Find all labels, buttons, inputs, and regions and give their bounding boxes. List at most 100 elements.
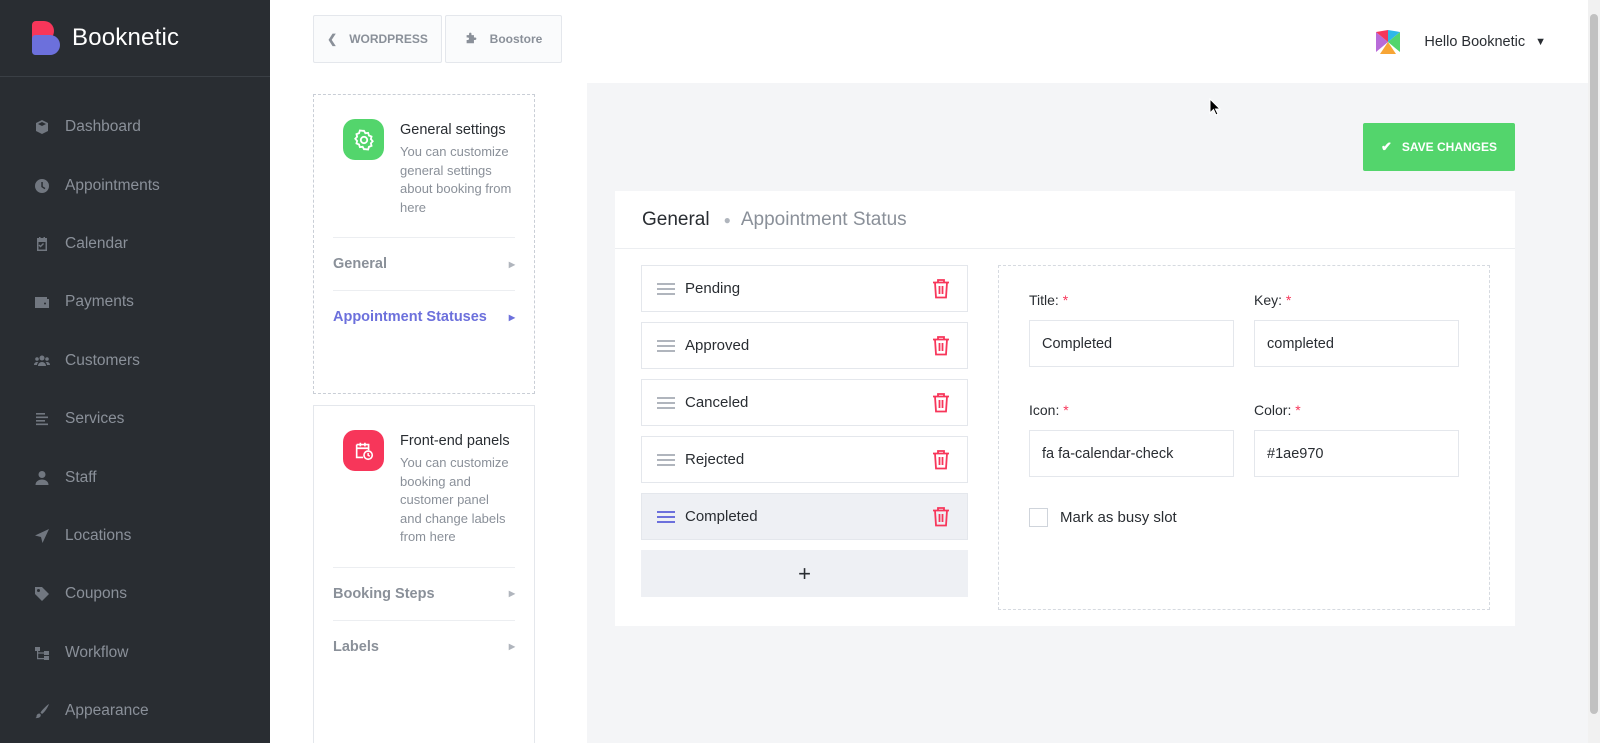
calendar-icon xyxy=(33,235,51,253)
booknetic-logo xyxy=(32,21,60,55)
status-label: Approved xyxy=(685,337,750,354)
clock-icon xyxy=(33,177,51,195)
field-label-text: Title: xyxy=(1029,292,1059,308)
status-item-canceled[interactable]: Canceled xyxy=(641,379,968,426)
wordpress-label: WORDPRESS xyxy=(349,32,428,46)
settings-link-label: Appointment Statuses xyxy=(333,309,487,325)
sidebar-item-customers[interactable]: Customers xyxy=(0,332,270,390)
key-field-label: Key: * xyxy=(1254,292,1459,308)
brush-icon xyxy=(33,702,51,720)
sidebar-item-calendar[interactable]: Calendar xyxy=(0,215,270,273)
trash-icon[interactable] xyxy=(930,449,952,471)
settings-nav-panel: General settings You can customize gener… xyxy=(270,83,587,743)
mouse-cursor-icon xyxy=(1209,98,1221,116)
drag-handle-icon[interactable] xyxy=(657,510,675,523)
content-area: General settings You can customize gener… xyxy=(270,83,1588,743)
key-field: Key: * completed xyxy=(1254,292,1459,367)
icon-field-label: Icon: * xyxy=(1029,402,1234,418)
card-title: General settings xyxy=(400,122,506,138)
status-edit-form: Title: * Completed Key: * completed Icon… xyxy=(998,265,1490,610)
wallet-icon xyxy=(33,293,51,311)
location-arrow-icon xyxy=(33,527,51,545)
busy-slot-checkbox[interactable] xyxy=(1029,508,1048,527)
caret-right-icon: ▶ xyxy=(508,589,515,598)
sidebar-item-staff[interactable]: Staff xyxy=(0,448,270,506)
status-item-approved[interactable]: Approved xyxy=(641,322,968,369)
sidebar-item-label: Calendar xyxy=(65,234,128,252)
chevron-left-icon: ❮ xyxy=(327,32,338,46)
sidebar-item-label: Payments xyxy=(65,293,134,311)
page-scrollbar[interactable] xyxy=(1588,0,1600,743)
scrollbar-thumb[interactable] xyxy=(1590,14,1598,714)
title-field: Title: * Completed xyxy=(1029,292,1234,367)
sidebar-item-label: Coupons xyxy=(65,585,128,603)
user-menu[interactable]: Hello Booknetic ▼ xyxy=(1374,28,1546,56)
drag-handle-icon[interactable] xyxy=(657,396,675,409)
color-input[interactable]: #1ae970 xyxy=(1254,430,1459,477)
trash-icon[interactable] xyxy=(930,278,952,300)
status-label: Canceled xyxy=(685,394,749,411)
sidebar-item-payments[interactable]: Payments xyxy=(0,273,270,331)
sidebar-item-label: Workflow xyxy=(65,643,129,661)
gear-icon xyxy=(343,119,384,160)
drag-handle-icon[interactable] xyxy=(657,282,675,295)
chevron-down-icon: ▼ xyxy=(1535,36,1546,48)
title-input[interactable]: Completed xyxy=(1029,320,1234,367)
field-label-text: Color: xyxy=(1254,402,1292,418)
save-changes-button[interactable]: ✔ SAVE CHANGES xyxy=(1363,123,1515,171)
sidebar-item-dashboard[interactable]: Dashboard xyxy=(0,98,270,156)
sidebar-item-label: Appearance xyxy=(65,702,149,720)
sidebar-item-workflow[interactable]: Workflow xyxy=(0,624,270,682)
key-input[interactable]: completed xyxy=(1254,320,1459,367)
sitemap-icon xyxy=(33,644,51,662)
trash-icon[interactable] xyxy=(930,506,952,528)
drag-handle-icon[interactable] xyxy=(657,453,675,466)
trash-icon[interactable] xyxy=(930,335,952,357)
brand-name: Booknetic xyxy=(72,24,180,51)
wordpress-back-button[interactable]: ❮ WORDPRESS xyxy=(313,15,442,63)
panel-header: General ● Appointment Status xyxy=(615,191,1515,249)
status-item-rejected[interactable]: Rejected xyxy=(641,436,968,483)
status-label: Pending xyxy=(685,280,741,297)
list-icon xyxy=(33,410,51,428)
required-mark: * xyxy=(1285,292,1292,308)
panel-subtitle: Appointment Status xyxy=(740,208,907,230)
sidebar-item-appointments[interactable]: Appointments xyxy=(0,156,270,214)
settings-link-label: Labels xyxy=(333,638,379,655)
settings-link-booking-steps[interactable]: Booking Steps ▶ xyxy=(333,566,515,620)
icon-field: Icon: * fa fa-calendar-check xyxy=(1029,402,1234,477)
user-icon xyxy=(33,469,51,487)
sidebar-item-locations[interactable]: Locations xyxy=(0,507,270,565)
front-end-panels-card: Front-end panels You can customize booki… xyxy=(313,405,535,743)
cube-icon xyxy=(33,118,51,136)
boostore-label: Boostore xyxy=(489,32,543,46)
status-list: Pending Approved Canceled Rejected Compl xyxy=(641,265,968,597)
caret-right-icon: ▶ xyxy=(508,312,515,322)
sidebar-item-label: Customers xyxy=(65,351,140,369)
user-avatar xyxy=(1376,30,1401,54)
general-settings-card: General settings You can customize gener… xyxy=(313,94,535,394)
settings-link-appointment-statuses[interactable]: Appointment Statuses ▶ xyxy=(333,290,515,343)
drag-handle-icon[interactable] xyxy=(657,339,675,352)
sidebar-item-services[interactable]: Services xyxy=(0,390,270,448)
settings-link-general[interactable]: General ▶ xyxy=(333,237,515,290)
icon-input[interactable]: fa fa-calendar-check xyxy=(1029,430,1234,477)
puzzle-icon xyxy=(465,31,478,47)
trash-icon[interactable] xyxy=(930,392,952,414)
sidebar-item-coupons[interactable]: Coupons xyxy=(0,565,270,623)
save-button-label: SAVE CHANGES xyxy=(1401,140,1498,154)
color-field: Color: * #1ae970 xyxy=(1254,402,1459,477)
add-status-button[interactable]: + xyxy=(641,550,968,597)
sidebar-item-label: Services xyxy=(65,410,125,428)
settings-link-labels[interactable]: Labels ▶ xyxy=(333,619,515,673)
required-mark: * xyxy=(1063,402,1069,418)
card-description: You can customize booking and customer p… xyxy=(400,455,509,544)
sidebar-item-label: Locations xyxy=(65,526,132,544)
brand[interactable]: Booknetic xyxy=(0,0,270,77)
sidebar: Booknetic Dashboard Appointments Calenda… xyxy=(0,0,270,743)
sidebar-item-appearance[interactable]: Appearance xyxy=(0,682,270,740)
status-item-pending[interactable]: Pending xyxy=(641,265,968,312)
boostore-button[interactable]: Boostore xyxy=(445,15,562,63)
status-item-completed[interactable]: Completed xyxy=(641,493,968,540)
busy-slot-option[interactable]: Mark as busy slot xyxy=(1029,508,1177,527)
